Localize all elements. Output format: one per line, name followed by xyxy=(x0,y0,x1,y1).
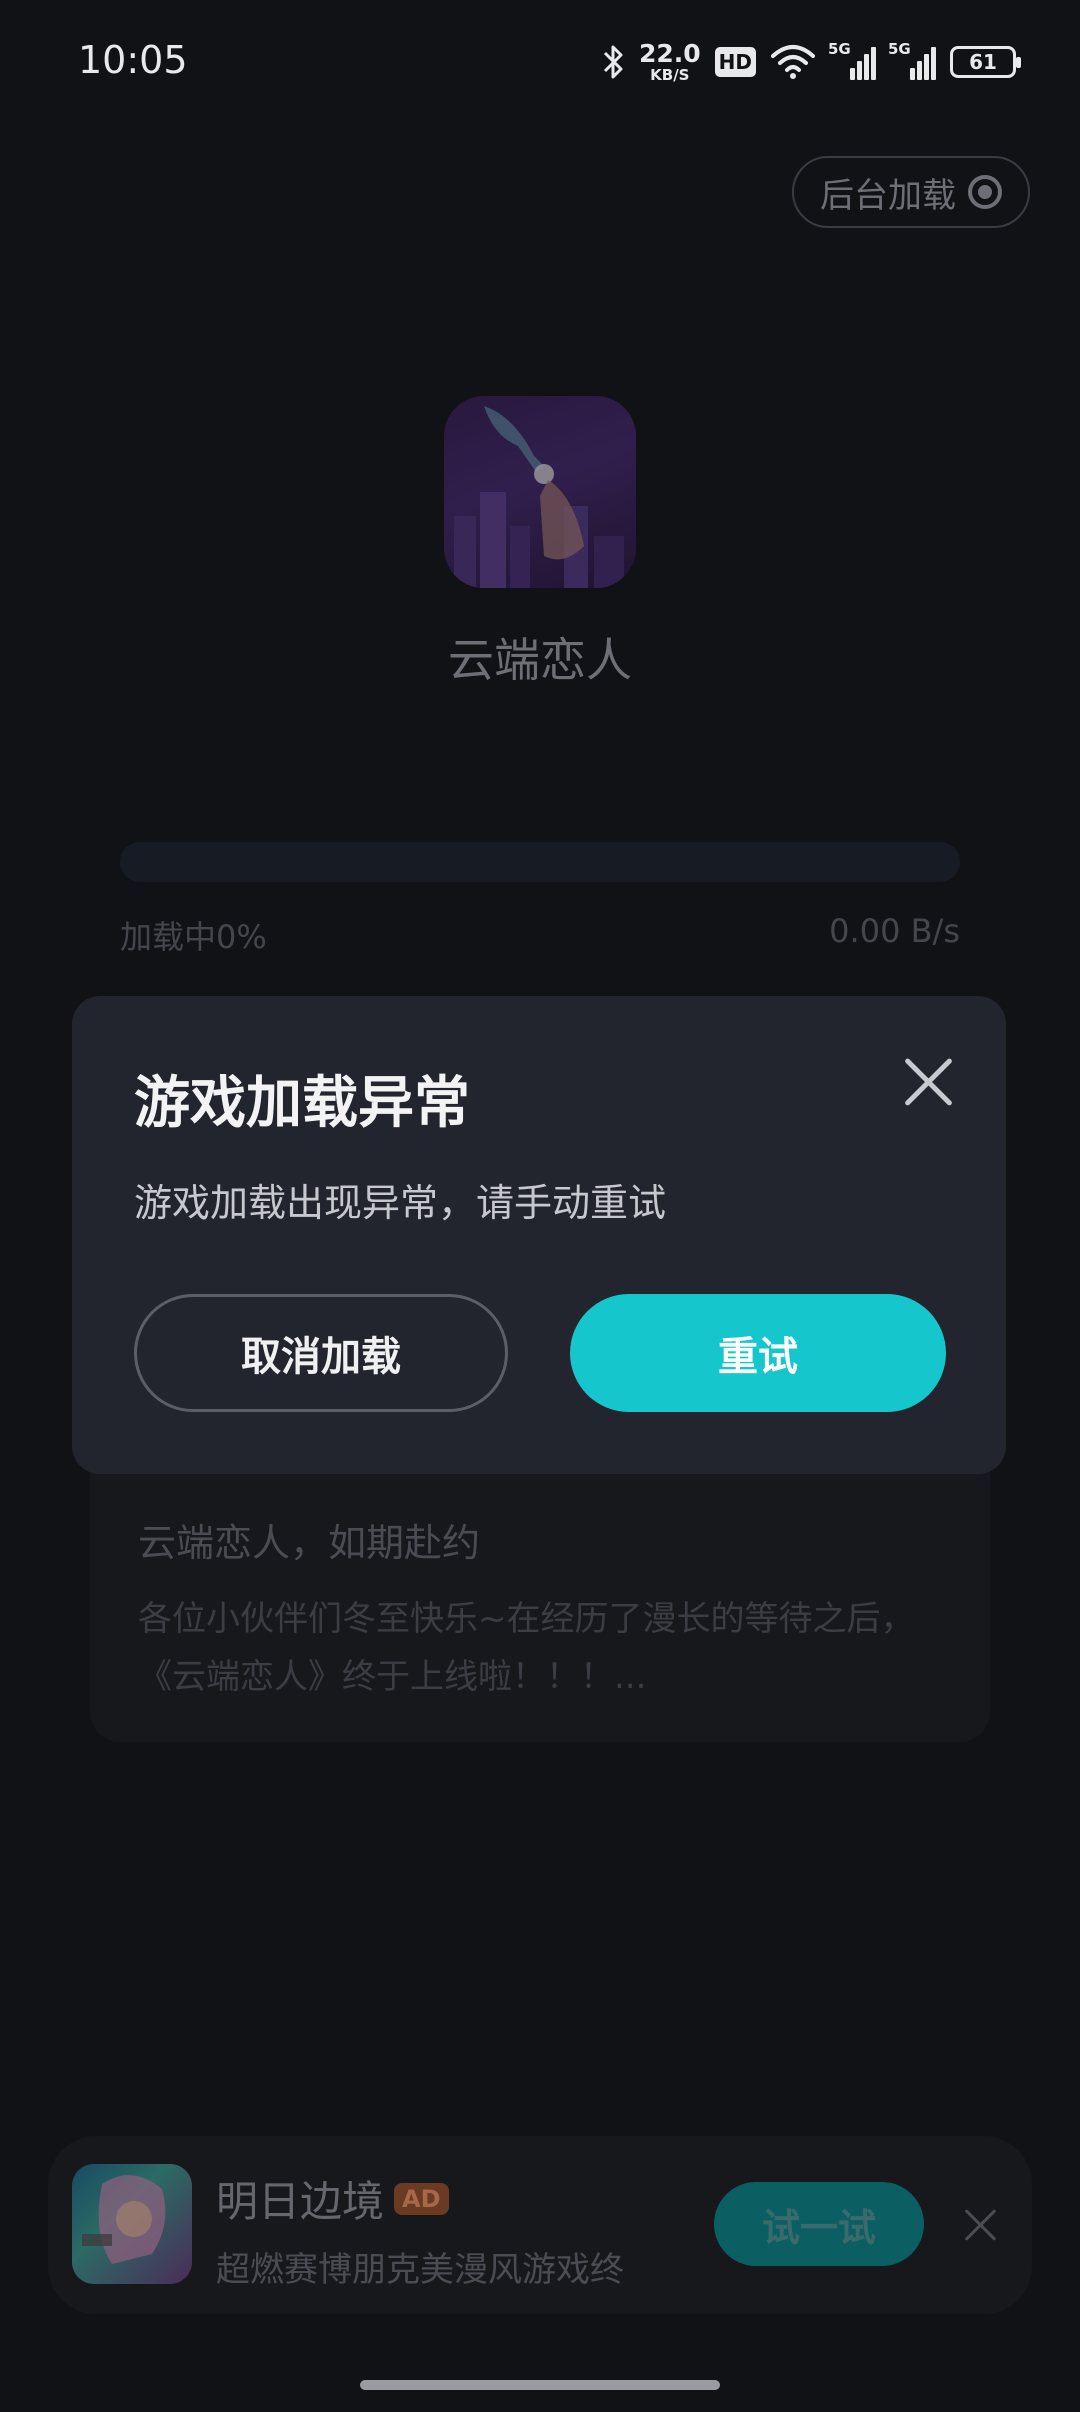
cancel-load-button[interactable]: 取消加载 xyxy=(134,1294,508,1412)
ad-title: 明日边境 AD xyxy=(216,2168,449,2229)
loading-progress-bar xyxy=(120,842,960,882)
home-indicator[interactable] xyxy=(360,2380,720,2390)
retry-button[interactable]: 重试 xyxy=(570,1294,946,1412)
app-icon xyxy=(444,396,636,588)
background-load-label: 后台加载 xyxy=(820,175,956,216)
news-card[interactable]: 云端恋人，如期赴约 各位小伙伴们冬至快乐~在经历了漫长的等待之后，《云端恋人》终… xyxy=(90,1440,990,1742)
loading-speed: 0.00 B/s xyxy=(829,912,960,950)
ad-banner[interactable]: 明日边境 AD 超燃赛博朋克美漫风游戏终 试一试 xyxy=(48,2136,1032,2314)
dialog-title: 游戏加载异常 xyxy=(134,1071,470,1136)
news-title: 云端恋人，如期赴约 xyxy=(138,1521,481,1565)
ad-try-button[interactable]: 试一试 xyxy=(714,2182,924,2266)
app-name: 云端恋人 xyxy=(448,633,632,687)
close-icon[interactable] xyxy=(900,1054,956,1110)
dialog-message: 游戏加载出现异常，请手动重试 xyxy=(134,1181,667,1225)
ad-badge: AD xyxy=(394,2182,449,2215)
background-load-button[interactable]: 后台加载 xyxy=(792,156,1030,228)
target-icon xyxy=(968,175,1002,209)
ad-description: 超燃赛博朋克美漫风游戏终 xyxy=(216,2250,624,2290)
ad-title-text: 明日边境 xyxy=(216,2177,385,2226)
load-error-dialog: 游戏加载异常 游戏加载出现异常，请手动重试 取消加载 重试 xyxy=(72,996,1006,1474)
ad-game-icon xyxy=(72,2164,192,2284)
ad-close-icon[interactable] xyxy=(962,2206,1000,2244)
news-body: 各位小伙伴们冬至快乐~在经历了漫长的等待之后，《云端恋人》终于上线啦！！！... xyxy=(138,1599,915,1697)
loading-progress-label: 加载中0% xyxy=(120,918,267,956)
